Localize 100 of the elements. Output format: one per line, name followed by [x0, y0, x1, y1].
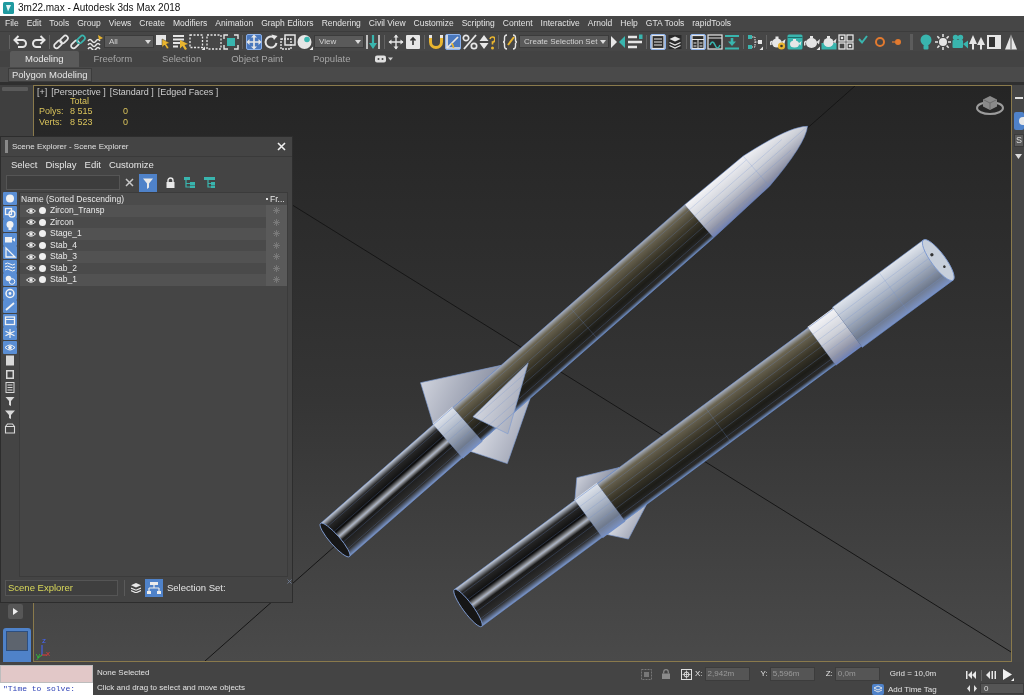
funnel-lines-icon[interactable]	[3, 394, 17, 408]
mirror-icon[interactable]	[610, 33, 626, 50]
funnel-icon[interactable]	[3, 408, 17, 421]
eye-icon[interactable]	[26, 253, 36, 260]
curve-icon[interactable]	[707, 33, 723, 50]
trees-icon[interactable]	[969, 33, 985, 50]
ribbon-tab[interactable]: Freeform	[78, 51, 148, 67]
menu-item[interactable]: Customize	[108, 159, 154, 171]
rotate-icon[interactable]	[263, 33, 279, 50]
hierarchy-icon[interactable]	[184, 177, 195, 188]
unlink-icon[interactable]	[70, 33, 86, 50]
teapot-window-icon[interactable]	[787, 33, 803, 50]
eye-icon[interactable]	[26, 265, 36, 272]
ribbon-tab[interactable]: Selection	[147, 51, 217, 67]
frame-field[interactable]: 0	[980, 683, 1024, 694]
menu-item[interactable]: Civil View	[368, 18, 406, 29]
table-icon[interactable]	[650, 33, 666, 50]
sun-icon[interactable]	[935, 33, 951, 50]
ring-icon[interactable]	[3, 286, 17, 300]
node-graph-icon[interactable]	[747, 33, 763, 50]
target-square-icon[interactable]	[681, 668, 692, 680]
viewport-menu-label[interactable]: [Standard ]	[109, 87, 154, 97]
square-region-icon[interactable]	[223, 33, 239, 50]
braces-icon[interactable]	[502, 33, 518, 50]
menu-item[interactable]: Group	[77, 18, 101, 29]
eye-icon[interactable]	[26, 242, 36, 249]
layers-icon[interactable]	[667, 33, 683, 50]
cross-arrows-icon[interactable]	[388, 33, 404, 50]
four-squares-icon[interactable]	[838, 33, 854, 50]
camera-icon[interactable]	[952, 33, 968, 50]
object-type-dropdown[interactable]: S	[1014, 134, 1024, 147]
pivot-icon[interactable]	[365, 33, 381, 50]
previous-frame-icon[interactable]	[986, 671, 996, 679]
time-tag-button[interactable]: Add Time Tag	[888, 684, 937, 695]
align-icon[interactable]	[627, 33, 643, 50]
lines-icon[interactable]	[3, 381, 17, 394]
go-to-start-icon[interactable]	[966, 671, 976, 679]
move-icon[interactable]	[246, 33, 262, 50]
menu-item[interactable]: Edit	[26, 18, 42, 29]
container-icon[interactable]	[3, 313, 17, 327]
scale-icon[interactable]	[280, 33, 296, 50]
panel-icon[interactable]	[986, 33, 1002, 50]
caret-icon[interactable]	[1015, 154, 1022, 159]
menu-item[interactable]: Animation	[215, 18, 254, 29]
page-icon[interactable]	[3, 354, 17, 367]
viewport-layout-thumbnail[interactable]	[3, 628, 31, 662]
menu-item[interactable]: File	[5, 18, 19, 29]
menu-item[interactable]: Create	[139, 18, 165, 29]
menu-item[interactable]: Rendering	[321, 18, 361, 29]
menu-item[interactable]: GTA Tools	[645, 18, 685, 29]
search-field[interactable]	[6, 175, 120, 190]
menu-item[interactable]: Select	[11, 159, 38, 171]
play-icon[interactable]	[1002, 669, 1014, 681]
menu-item[interactable]: Scripting	[461, 18, 495, 29]
panel-toggle-icon[interactable]	[375, 55, 394, 63]
lock-icon[interactable]	[166, 177, 175, 188]
menu-item[interactable]: rapidTools	[692, 18, 732, 29]
column-header[interactable]: Fr...	[270, 193, 285, 205]
key-mode-icon[interactable]	[967, 685, 977, 692]
viewcube-icon[interactable]	[976, 95, 1004, 115]
arrow-cursor-icon[interactable]	[155, 33, 171, 50]
ribbon-tab[interactable]: Object Paint	[216, 51, 298, 67]
script-output-field[interactable]: "Time to solve:	[0, 683, 93, 695]
panel-tab-icon[interactable]	[1014, 112, 1024, 130]
menu-item[interactable]: Interactive	[540, 18, 580, 29]
menu-item[interactable]: Modifiers	[172, 18, 208, 29]
key-square-icon[interactable]	[405, 33, 421, 50]
undo-icon[interactable]	[13, 33, 29, 50]
dashed-rectangle-icon[interactable]	[189, 33, 205, 50]
menu-item[interactable]: Tools	[49, 18, 70, 29]
viewport-menu-label[interactable]: [Edged Faces ]	[157, 87, 219, 97]
time-tag-icon[interactable]	[872, 684, 884, 695]
cone-icon[interactable]	[1003, 33, 1019, 50]
wave-link-icon[interactable]	[87, 33, 103, 50]
menu-item[interactable]: Views	[108, 18, 132, 29]
square-icon[interactable]	[3, 367, 17, 381]
eye-icon[interactable]	[3, 340, 17, 354]
bulb-icon[interactable]	[918, 33, 934, 50]
list-cursor-icon[interactable]	[172, 33, 188, 50]
play-button[interactable]	[8, 604, 23, 619]
redo-icon[interactable]	[30, 33, 46, 50]
grip-icon[interactable]	[5, 140, 8, 153]
viewport-menu-label[interactable]: [Perspective ]	[51, 87, 106, 97]
link-icon[interactable]	[53, 33, 69, 50]
sphere-icon[interactable]	[297, 33, 313, 50]
spinner-snap-icon[interactable]	[479, 33, 495, 50]
menu-item[interactable]: Edit	[84, 159, 101, 171]
download-bar-icon[interactable]	[724, 33, 740, 50]
shapes-icon[interactable]	[3, 205, 17, 219]
coordinate-system-dropdown[interactable]: View	[314, 35, 364, 48]
camera-icon[interactable]	[3, 232, 17, 246]
menu-item[interactable]: Help	[620, 18, 638, 29]
eye-icon[interactable]	[26, 230, 36, 237]
layers-icon[interactable]	[131, 583, 141, 593]
box-icon[interactable]	[3, 421, 17, 435]
menu-item[interactable]: Display	[45, 159, 77, 171]
eye-icon[interactable]	[26, 276, 36, 283]
ribbon-tab[interactable]: Populate	[297, 51, 366, 67]
clear-icon[interactable]	[125, 178, 134, 187]
teapot-icon[interactable]	[804, 33, 820, 50]
